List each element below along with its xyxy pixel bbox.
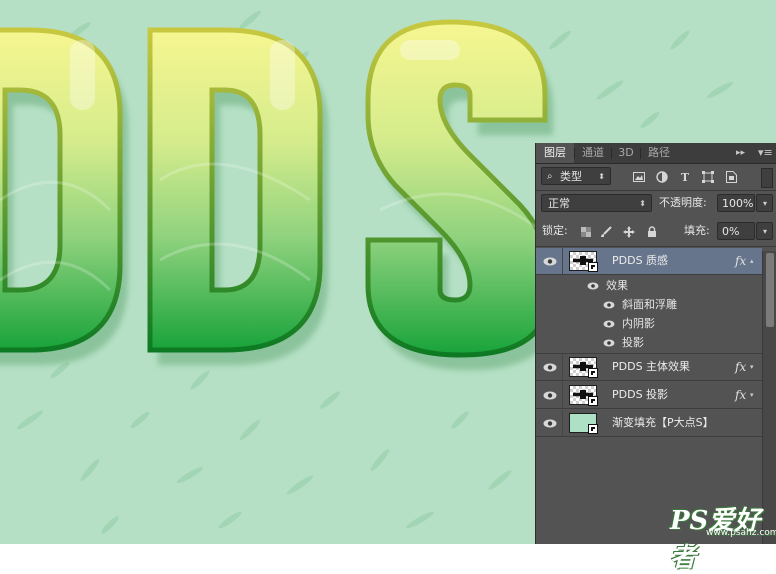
layer-name[interactable]: PDDS 主体效果	[612, 354, 690, 380]
tab-paths[interactable]: 路径	[642, 143, 676, 163]
smart-object-badge-icon	[588, 262, 598, 272]
fx-icon[interactable]: fx	[735, 382, 746, 408]
filter-type-label: 类型	[560, 170, 582, 183]
blend-row: 正常 ⬍ 不透明度: 100% ▾	[536, 193, 776, 215]
opacity-input[interactable]: 100%	[717, 194, 755, 212]
tab-channels[interactable]: 通道	[576, 143, 610, 163]
shape-filter-icon[interactable]	[700, 169, 716, 185]
lock-all-icon[interactable]	[644, 224, 660, 240]
tab-3d[interactable]: 3D	[613, 143, 639, 163]
lock-row: 锁定: 填充: 0% ▾	[536, 221, 776, 243]
watermark-url: www.psahz.com	[706, 528, 776, 538]
smart-object-badge-icon	[588, 424, 598, 434]
fill-label: 填充:	[684, 224, 710, 237]
chevron-up-icon[interactable]: ▴	[750, 257, 754, 265]
fill-input[interactable]: 0%	[717, 222, 755, 240]
lock-label: 锁定:	[542, 224, 568, 237]
effect-inner-shadow[interactable]: 内阴影	[536, 314, 762, 333]
effects-label: 效果	[606, 279, 628, 292]
fx-icon[interactable]: fx	[735, 248, 746, 274]
visibility-eye-icon[interactable]	[602, 337, 616, 348]
fx-icon[interactable]: fx	[735, 354, 746, 380]
effect-drop-shadow[interactable]: 投影	[536, 333, 762, 352]
effect-name: 内阴影	[622, 317, 655, 330]
chevron-down-icon[interactable]: ▾	[750, 391, 754, 399]
effect-name: 投影	[622, 336, 644, 349]
visibility-eye-icon[interactable]	[602, 299, 616, 310]
filter-toggle-switch[interactable]	[761, 168, 773, 188]
opacity-dropdown[interactable]: ▾	[756, 194, 773, 212]
chevron-down-icon: ▾	[762, 199, 767, 208]
collapse-panel-icon[interactable]: ▸▸	[736, 143, 745, 163]
visibility-eye-icon[interactable]	[542, 255, 558, 267]
scrollbar-thumb[interactable]	[766, 253, 774, 327]
effects-group[interactable]: 效果	[536, 276, 762, 295]
lock-move-icon[interactable]	[621, 224, 637, 240]
lock-brush-icon[interactable]	[598, 224, 614, 240]
layer-name[interactable]: PDDS 投影	[612, 382, 668, 408]
panel-menu-icon[interactable]: ▾≡	[758, 143, 773, 163]
panel-tab-bar: 图层 通道 3D 路径 ▸▸ ▾≡	[536, 143, 776, 164]
smart-object-filter-icon[interactable]	[723, 169, 739, 185]
fill-dropdown[interactable]: ▾	[756, 222, 773, 240]
visibility-eye-icon[interactable]	[602, 318, 616, 329]
effect-bevel-emboss[interactable]: 斜面和浮雕	[536, 295, 762, 314]
filter-type-select[interactable]: ⌕ 类型 ⬍	[541, 167, 611, 185]
lock-transparent-icon[interactable]	[578, 224, 594, 240]
layer-row-pdds-shadow[interactable]: PDDS 投影 fx ▾	[536, 382, 762, 409]
smart-object-badge-icon	[588, 396, 598, 406]
layers-panel: 图层 通道 3D 路径 ▸▸ ▾≡ ⌕ 类型 ⬍ T 正常 ⬍ 不透明度: 10…	[535, 143, 776, 544]
chevron-down-icon[interactable]: ▾	[750, 363, 754, 371]
blend-mode-select[interactable]: 正常 ⬍	[541, 194, 652, 212]
tab-layers[interactable]: 图层	[536, 143, 574, 163]
visibility-eye-icon[interactable]	[542, 389, 558, 401]
smart-object-badge-icon	[588, 368, 598, 378]
filter-row: ⌕ 类型 ⬍ T	[536, 165, 776, 189]
layer-name[interactable]: PDDS 质感	[612, 248, 668, 274]
visibility-eye-icon[interactable]	[542, 361, 558, 373]
layer-name[interactable]: 渐变填充【P大点S】	[612, 410, 714, 436]
updown-arrows-icon: ⬍	[598, 172, 605, 181]
updown-arrows-icon: ⬍	[639, 199, 646, 208]
visibility-eye-icon[interactable]	[542, 417, 558, 429]
blend-mode-value: 正常	[548, 197, 570, 210]
image-filter-icon[interactable]	[631, 169, 647, 185]
layer-row-pdds-main-effect[interactable]: PDDS 主体效果 fx ▾	[536, 354, 762, 381]
type-filter-icon[interactable]: T	[677, 169, 693, 185]
site-watermark: PS爱好者 www.psahz.com	[670, 500, 776, 573]
chevron-down-icon: ▾	[762, 227, 767, 236]
opacity-label: 不透明度:	[659, 196, 707, 209]
layer-row-gradient-fill[interactable]: 渐变填充【P大点S】	[536, 410, 762, 437]
layer-row-pdds-texture[interactable]: PDDS 质感 fx ▴	[536, 248, 762, 275]
adjustment-filter-icon[interactable]	[654, 169, 670, 185]
effect-name: 斜面和浮雕	[622, 298, 677, 311]
visibility-eye-icon[interactable]	[586, 280, 600, 291]
search-icon: ⌕	[547, 171, 553, 182]
